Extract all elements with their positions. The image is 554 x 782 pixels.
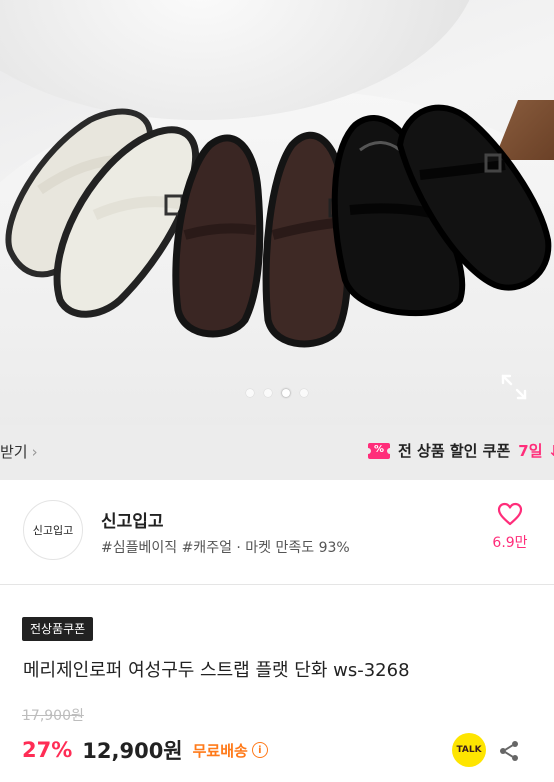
free-shipping-label: 무료배송 (192, 741, 248, 760)
product-title: 메리제인로퍼 여성구두 스트랩 플랫 단화 ws-3268 (23, 660, 410, 681)
share-icon[interactable] (497, 739, 521, 763)
seller-row[interactable]: 신고입고 신고입고 #심플베이직 #캐주얼 · 마켓 만족도 93% 6.9만 (0, 480, 554, 585)
discount-rate: 27% (22, 738, 73, 762)
benefit-strip: 받기 › % 전 상품 할인 쿠폰 7일 ↓ (0, 425, 554, 480)
price-row: 27% 12,900원 무료배송 i (22, 735, 268, 765)
gallery-dot[interactable] (300, 389, 308, 397)
favorite-count: 6.9만 (492, 535, 528, 551)
gallery-dot[interactable] (264, 389, 272, 397)
heart-icon (497, 502, 523, 526)
original-price: 17,900원 (22, 708, 84, 724)
expand-icon[interactable] (500, 373, 528, 401)
coupon-text: 전 상품 할인 쿠폰 (398, 442, 511, 460)
sale-price: 12,900원 (82, 739, 183, 763)
coupon-icon: % (365, 442, 393, 459)
gallery-dot[interactable] (282, 389, 290, 397)
seller-tags: #심플베이직 #캐주얼 · 마켓 만족도 93% (101, 540, 350, 556)
shoes-illustration (5, 104, 552, 348)
coupon-banner[interactable]: % 전 상품 할인 쿠폰 7일 ↓ (365, 440, 554, 461)
chevron-right-icon: › (31, 442, 38, 461)
receive-label: 받기 (0, 443, 28, 461)
seller-logo[interactable]: 신고입고 (23, 500, 83, 560)
product-image[interactable] (0, 0, 554, 425)
info-icon[interactable]: i (251, 742, 268, 758)
coupon-badge: 전상품쿠폰 (22, 617, 94, 641)
gallery-dot[interactable] (246, 389, 254, 397)
gallery-pagination[interactable] (0, 389, 554, 397)
talk-chat-button[interactable]: TALK (452, 733, 486, 767)
seller-name[interactable]: 신고입고 (101, 507, 164, 532)
coupon-days: 7일 ↓ (518, 442, 554, 460)
favorite-button[interactable]: 6.9만 (486, 502, 534, 552)
receive-link[interactable]: 받기 › (0, 441, 38, 462)
